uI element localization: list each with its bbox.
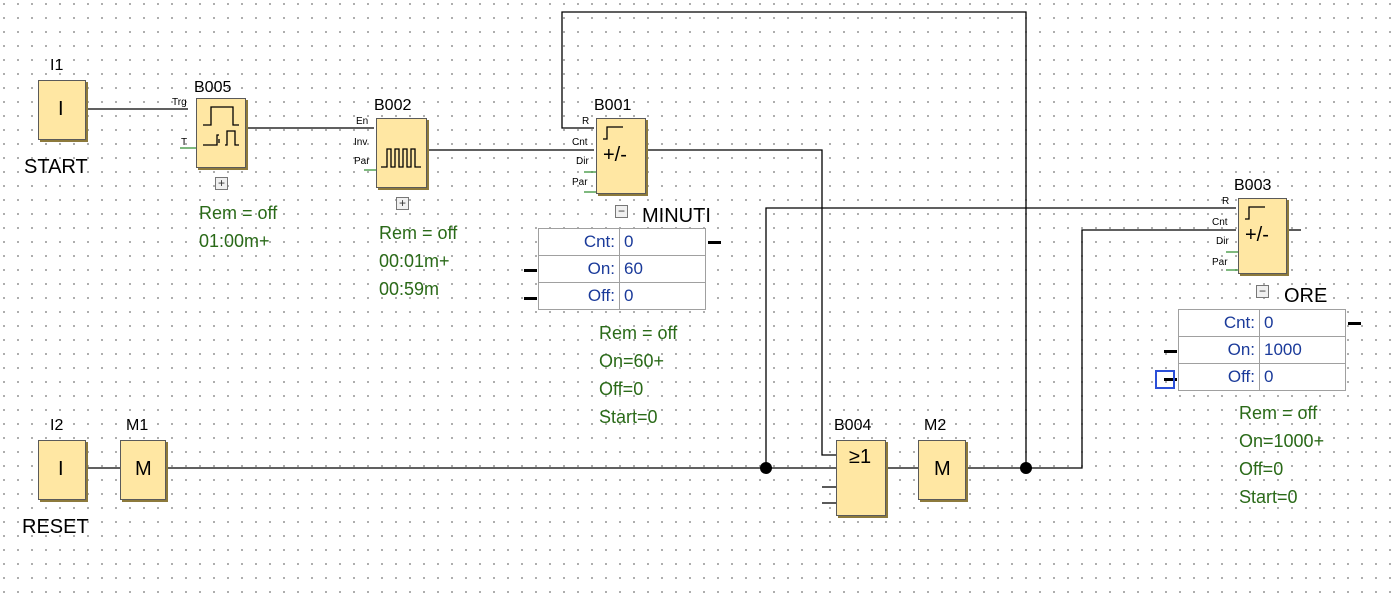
key-cell: Off: — [538, 282, 620, 310]
connector-tick[interactable] — [524, 297, 537, 300]
b002-param-rem: Rem = off — [379, 223, 458, 243]
connector-tick[interactable] — [1164, 350, 1177, 353]
value-cell[interactable]: 0 — [619, 282, 706, 310]
value-cell[interactable]: 60 — [619, 255, 706, 283]
b001-param-start: Start=0 — [599, 407, 658, 427]
i1-name: START — [24, 156, 88, 178]
value-cell[interactable]: 0 — [1259, 363, 1346, 391]
flag-symbol: M — [135, 458, 152, 480]
pin-par: Par — [572, 177, 588, 188]
pin-inv: Inv — [354, 137, 368, 148]
pin-dir: Dir — [1216, 236, 1229, 247]
pulse-icon — [203, 106, 239, 146]
value-cell[interactable]: 0 — [1259, 309, 1346, 337]
b005-id: B005 — [194, 79, 232, 96]
input-symbol: I — [58, 98, 64, 120]
table-row: Off: 0 — [1178, 363, 1346, 391]
table-row: On: 1000 — [1178, 336, 1346, 364]
b005-param-rem: Rem = off — [199, 203, 278, 223]
pin-t: T — [181, 137, 188, 148]
pin-trg: Trg — [172, 97, 187, 108]
collapse-icon[interactable]: − — [1256, 285, 1269, 298]
input-block-i2[interactable]: I — [38, 440, 86, 500]
pin-en: En — [356, 116, 369, 127]
connector-tick[interactable] — [524, 269, 537, 272]
b002-param-on: 00:01m+ — [379, 251, 450, 271]
input-block-i1[interactable]: I — [38, 80, 86, 140]
b002-param-off: 00:59m — [379, 279, 440, 299]
pin-cnt: Cnt — [572, 137, 588, 148]
key-cell: On: — [538, 255, 620, 283]
collapse-icon[interactable]: − — [615, 205, 628, 218]
i1-id: I1 — [50, 57, 64, 74]
b003-param-table: Cnt: 0 On: 1000 Off: 0 — [1178, 309, 1346, 391]
or-symbol: ≥1 — [849, 446, 872, 468]
connector-tick[interactable] — [1348, 322, 1361, 325]
key-cell: Off: — [1178, 363, 1260, 391]
pin-r: R — [582, 116, 590, 127]
m2-id: M2 — [924, 417, 947, 434]
table-row: On: 60 — [538, 255, 706, 283]
block-b002[interactable] — [376, 118, 427, 188]
table-row: Off: 0 — [538, 282, 706, 310]
table-row: Cnt: 0 — [538, 228, 706, 256]
m1-id: M1 — [126, 417, 149, 434]
flag-block-m1[interactable]: M — [120, 440, 166, 500]
pin-r: R — [1222, 196, 1230, 207]
pin-dir: Dir — [576, 156, 589, 167]
b003-id: B003 — [1234, 177, 1272, 194]
b001-id: B001 — [594, 97, 632, 114]
flag-symbol: M — [934, 458, 951, 480]
pin-cnt: Cnt — [1212, 217, 1228, 228]
or-block-b004[interactable]: ≥1 — [836, 440, 886, 516]
b003-param-start: Start=0 — [1239, 487, 1298, 507]
b003-param-off: Off=0 — [1239, 459, 1284, 479]
pulse-train-icon — [381, 148, 421, 168]
b005-param-time: 01:00m+ — [199, 231, 270, 251]
counter-symbol: +/- — [1245, 224, 1269, 246]
value-cell[interactable]: 0 — [619, 228, 706, 256]
value-cell[interactable]: 1000 — [1259, 336, 1346, 364]
selection-marker[interactable] — [1155, 370, 1175, 389]
flag-block-m2[interactable]: M — [918, 440, 966, 500]
b001-param-table: Cnt: 0 On: 60 Off: 0 — [538, 228, 706, 310]
b001-name: MINUTI — [642, 205, 711, 227]
b003-name: ORE — [1284, 285, 1328, 307]
b004-id: B004 — [834, 417, 872, 434]
counter-block-b001[interactable]: +/- — [596, 118, 646, 194]
table-row: Cnt: 0 — [1178, 309, 1346, 337]
counter-symbol: +/- — [603, 144, 627, 166]
pin-par: Par — [1212, 257, 1228, 268]
b001-param-rem: Rem = off — [599, 323, 678, 343]
b001-param-on: On=60+ — [599, 351, 665, 371]
block-b005[interactable] — [196, 98, 246, 168]
expand-icon[interactable]: + — [396, 197, 409, 210]
edge-icon — [603, 126, 623, 140]
connector-tick[interactable] — [708, 241, 721, 244]
b003-param-rem: Rem = off — [1239, 403, 1318, 423]
b002-id: B002 — [374, 97, 412, 114]
counter-block-b003[interactable]: +/- — [1238, 198, 1287, 274]
input-symbol: I — [58, 458, 64, 480]
i2-id: I2 — [50, 417, 64, 434]
pin-par: Par — [354, 156, 370, 167]
key-cell: On: — [1178, 336, 1260, 364]
edge-icon — [1245, 206, 1265, 220]
key-cell: Cnt: — [538, 228, 620, 256]
b001-param-off: Off=0 — [599, 379, 644, 399]
expand-icon[interactable]: + — [215, 177, 228, 190]
i2-name: RESET — [22, 516, 89, 538]
key-cell: Cnt: — [1178, 309, 1260, 337]
b003-param-on: On=1000+ — [1239, 431, 1325, 451]
